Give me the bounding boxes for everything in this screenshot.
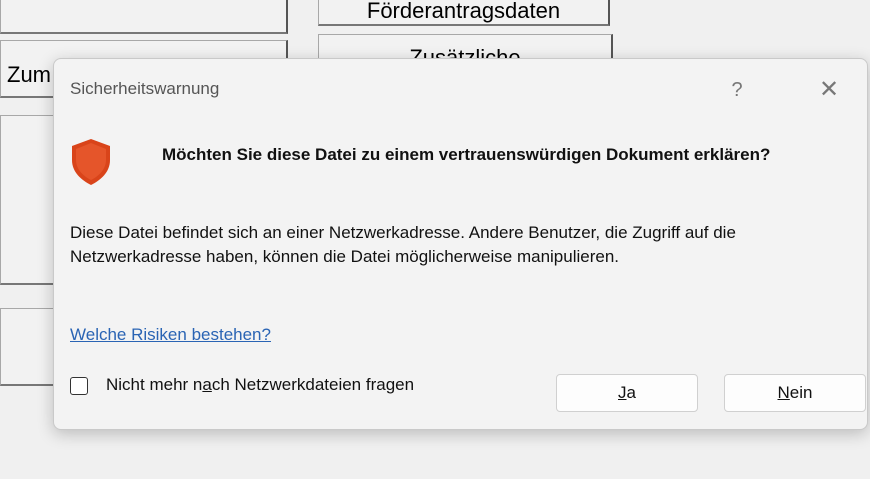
close-button[interactable]: ✕ bbox=[812, 73, 846, 107]
background-button[interactable] bbox=[0, 115, 60, 285]
shield-icon bbox=[72, 139, 110, 185]
dialog-title: Sicherheitswarnung bbox=[70, 79, 220, 98]
help-button[interactable]: ? bbox=[722, 75, 752, 105]
background-button[interactable] bbox=[0, 308, 60, 386]
dont-ask-checkbox[interactable] bbox=[70, 377, 88, 395]
dialog-question: Möchten Sie diese Datei zu einem vertrau… bbox=[162, 145, 771, 164]
dont-ask-checkbox-label[interactable]: Nicht mehr nach Netzwerkdateien fragen bbox=[106, 375, 414, 395]
dialog-titlebar[interactable]: Sicherheitswarnung ? ✕ bbox=[54, 59, 867, 121]
no-button[interactable]: Nein bbox=[724, 374, 866, 412]
foerderantragsdaten-button[interactable]: Förderantragsdaten bbox=[318, 0, 610, 26]
security-warning-dialog: Sicherheitswarnung ? ✕ Möchten Sie diese… bbox=[53, 58, 868, 430]
background-button[interactable] bbox=[0, 0, 288, 34]
risks-link[interactable]: Welche Risiken bestehen? bbox=[70, 325, 271, 345]
dialog-message: Diese Datei befindet sich an einer Netzw… bbox=[70, 223, 736, 266]
yes-button[interactable]: Ja bbox=[556, 374, 698, 412]
